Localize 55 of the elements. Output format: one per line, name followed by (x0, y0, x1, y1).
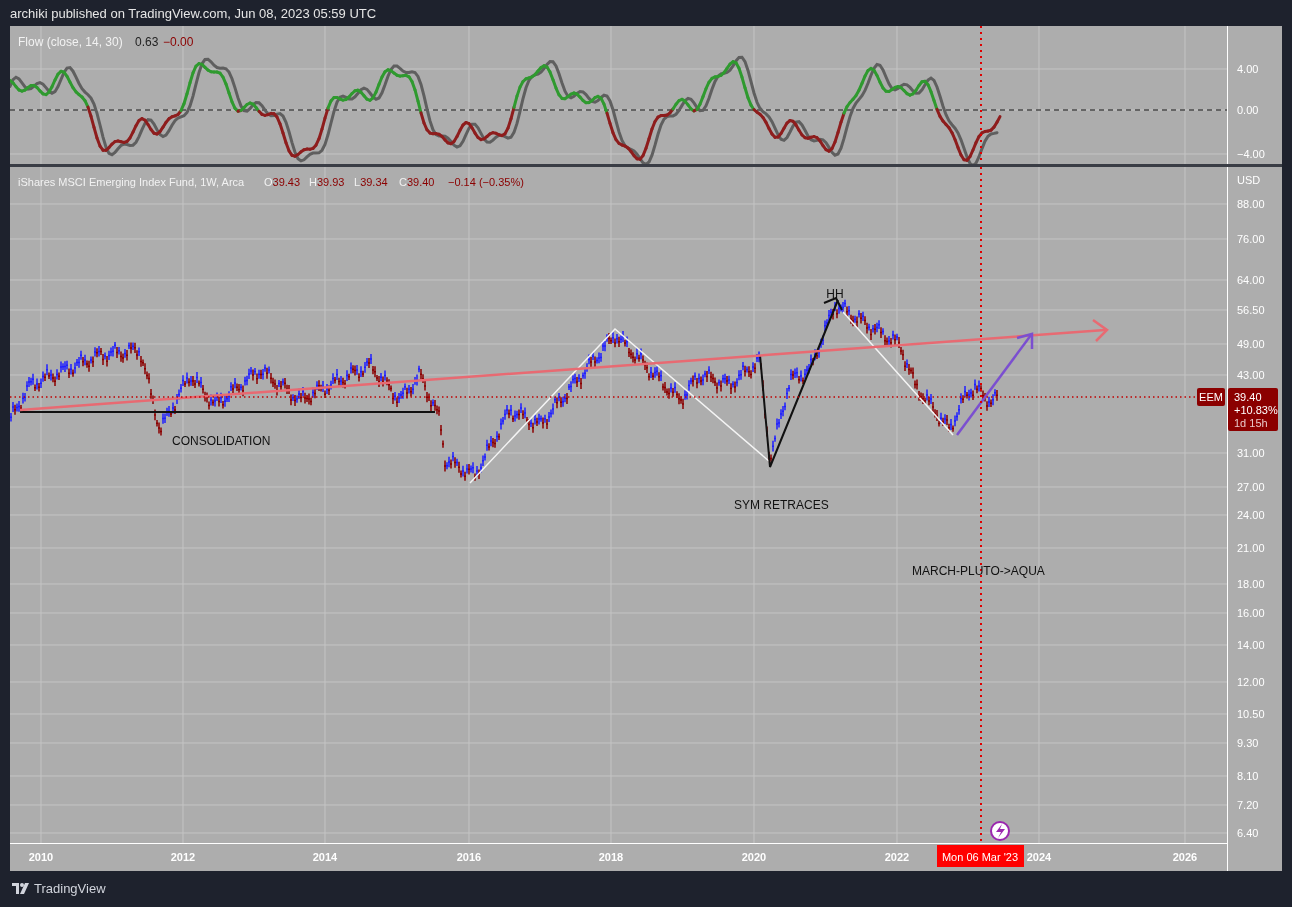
axis-label: 0.00 (1237, 104, 1259, 116)
indicator-change: −0.00 (163, 35, 194, 49)
axis-label: 64.00 (1237, 274, 1265, 286)
brand-name: TradingView (34, 881, 106, 896)
axis-label: 2024 (1026, 851, 1052, 863)
axis-label: −4.00 (1237, 148, 1265, 160)
price-change: −0.14 (−0.35%) (448, 176, 524, 188)
axis-label: 4.00 (1237, 63, 1259, 75)
logo-icon (12, 883, 30, 894)
axis-label: 24.00 (1237, 509, 1265, 521)
ohlc-value: L39.34 (354, 176, 388, 188)
currency-label: USD (1237, 174, 1261, 186)
crosshair-date: Mon 06 Mar '23 (941, 851, 1019, 863)
axis-label: 2018 (598, 851, 624, 863)
axis-label: 56.50 (1237, 304, 1265, 316)
axis-label: 27.00 (1237, 481, 1265, 493)
axis-label: 6.40 (1237, 827, 1259, 839)
axis-label: 2012 (170, 851, 196, 863)
axis-label: 2016 (456, 851, 482, 863)
indicator-name: Flow (close, 14, 30) (18, 35, 123, 49)
axis-label: 2020 (741, 851, 767, 863)
chart-annotation: CONSOLIDATION (172, 434, 271, 448)
ohlc-value: C39.40 (399, 176, 435, 188)
chart-annotation: HH (826, 287, 844, 301)
symbol-tag: EEM (1197, 388, 1225, 406)
axis-label: 10.50 (1237, 708, 1265, 720)
axis-label: 12.00 (1237, 676, 1265, 688)
ohlc-value: O39.43 (264, 176, 301, 188)
axis-label: 8.10 (1237, 770, 1259, 782)
axis-label: 7.20 (1237, 799, 1259, 811)
axis-label: 43.00 (1237, 369, 1265, 381)
axis-label: 49.00 (1237, 338, 1265, 350)
price-change-percent: +10.83% (1234, 404, 1278, 416)
axis-label: 14.00 (1237, 639, 1265, 651)
axis-label: 16.00 (1237, 607, 1265, 619)
axis-label: 88.00 (1237, 198, 1265, 210)
axis-label: 21.00 (1237, 542, 1265, 554)
publish-info: archiki published on TradingView.com, Jun 08, 2023 05:59 UTC (10, 5, 377, 21)
axis-label: 2014 (312, 851, 338, 863)
chart-annotation: SYM RETRACES (734, 498, 829, 512)
bar-countdown: 1d 15h (1234, 417, 1268, 429)
symbol-legend: iShares MSCI Emerging Index Fund, 1W, Arca (18, 176, 245, 188)
axis-label: 9.30 (1237, 737, 1259, 749)
caret-drawing (823, 296, 843, 311)
axis-label: 31.00 (1237, 447, 1265, 459)
axis-label: 2010 (28, 851, 54, 863)
axis-label: 2022 (884, 851, 910, 863)
price-tag (1228, 388, 1278, 431)
chart-annotation: MARCH-PLUTO->AQUA (912, 564, 1045, 578)
axis-label: 76.00 (1237, 233, 1265, 245)
ohlc-value: H39.93 (309, 176, 345, 188)
last-price: 39.40 (1234, 391, 1262, 403)
axis-label: 18.00 (1237, 578, 1265, 590)
indicator-value: 0.63 (135, 35, 159, 49)
axis-label: 2026 (1172, 851, 1198, 863)
